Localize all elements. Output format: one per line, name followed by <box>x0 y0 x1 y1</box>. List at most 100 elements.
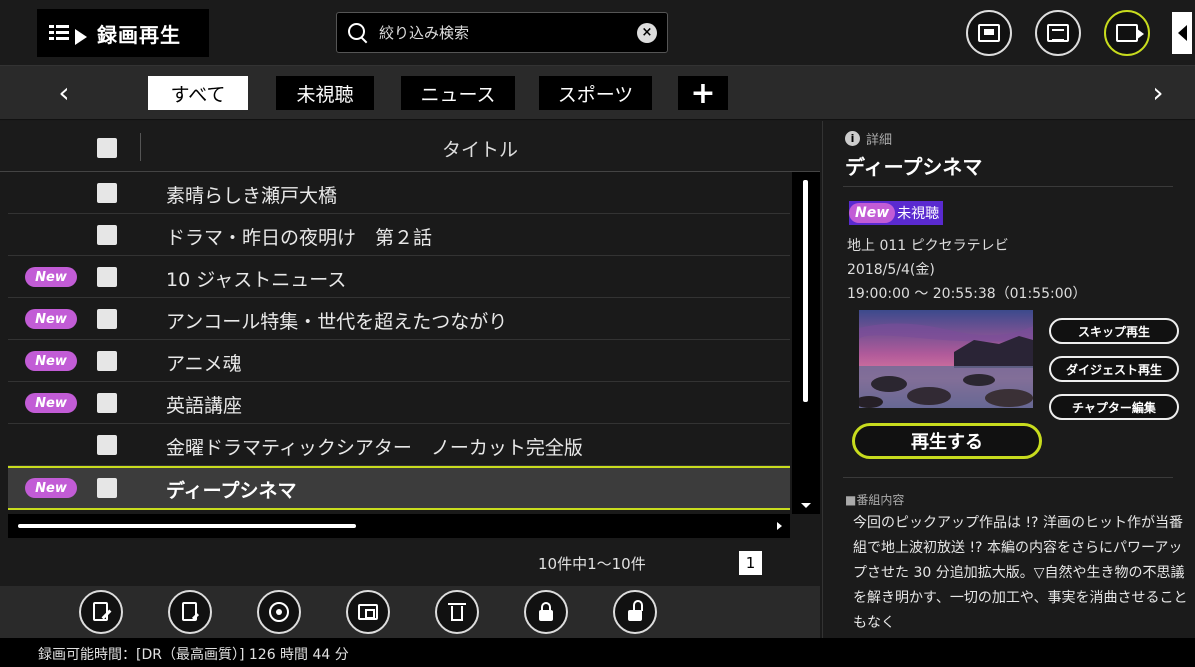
row-checkbox[interactable] <box>97 435 117 455</box>
row-title: 10 ジャストニュース <box>166 269 347 291</box>
delete-icon <box>446 601 468 623</box>
row-checkbox[interactable] <box>97 309 117 329</box>
recordable-time: 録画可能時間：[DR（最高画質）] 126 時間 44 分 <box>38 647 349 663</box>
detail-edit-button[interactable] <box>168 590 212 634</box>
scroll-thumb[interactable] <box>803 180 808 402</box>
scroll-thumb[interactable] <box>18 524 356 528</box>
live-tv-button[interactable] <box>966 10 1012 56</box>
play-icon <box>75 29 87 45</box>
dubbing-disc-icon <box>268 601 290 623</box>
tab-all[interactable]: すべて <box>148 76 248 110</box>
action-toolbar <box>0 586 820 638</box>
program-description: 今回のピックアップ作品は !? 洋画のヒット作が当番組で地上波初放送 !? 本編… <box>853 515 1188 631</box>
app-title-text: 録画再生 <box>97 22 181 47</box>
channel: 地上 011 ピクセラテレビ <box>847 238 1009 254</box>
detail-title: ディープシネマ <box>845 155 983 179</box>
watch-status-badge: New 未視聴 <box>849 201 944 225</box>
new-badge: New <box>25 393 77 413</box>
tab-bar: ‹ すべて 未視聴 ニュース スポーツ + › <box>0 66 1195 120</box>
new-badge: New <box>25 267 77 287</box>
column-title[interactable]: タイトル <box>140 135 820 162</box>
convert-button[interactable] <box>346 590 390 634</box>
clear-search-icon[interactable]: × <box>637 22 657 43</box>
play-button[interactable]: 再生する <box>852 423 1042 459</box>
list-row[interactable]: New アンコール特集・世代を超えたつながり <box>8 298 790 340</box>
thumbnail-image <box>859 310 1033 408</box>
list-header: タイトル <box>0 121 820 172</box>
unlock-button[interactable] <box>613 590 657 634</box>
status-bar: 録画可能時間：[DR（最高画質）] 126 時間 44 分 <box>0 638 1195 667</box>
recorded-play-button[interactable] <box>1104 10 1150 56</box>
collapse-panel-button[interactable] <box>1172 12 1192 54</box>
program-thumbnail <box>859 310 1033 408</box>
page-number[interactable]: 1 <box>739 551 762 575</box>
select-all-checkbox[interactable] <box>97 138 117 158</box>
tab-news[interactable]: ニュース <box>401 76 515 110</box>
row-title: アニメ魂 <box>166 353 242 375</box>
new-badge: New <box>25 309 77 329</box>
lock-button[interactable] <box>524 590 568 634</box>
row-checkbox[interactable] <box>97 393 117 413</box>
detail-panel: i 詳細 ディープシネマ New 未視聴 地上 011 ピクセラテレビ 2018… <box>822 121 1195 638</box>
row-checkbox[interactable] <box>97 478 117 498</box>
detail-label: i 詳細 <box>845 129 892 148</box>
row-title: ドラマ・昨日の夜明け 第２話 <box>166 227 433 249</box>
search-input[interactable] <box>379 23 637 42</box>
search-icon <box>347 22 369 44</box>
vertical-scrollbar[interactable] <box>792 172 820 514</box>
list-row-selected[interactable]: New ディープシネマ <box>8 466 790 510</box>
lock-icon <box>535 601 557 623</box>
add-tab-button[interactable]: + <box>678 76 728 111</box>
digest-play-button[interactable]: ダイジェスト再生 <box>1049 356 1179 382</box>
chapter-edit-button[interactable]: チャプター編集 <box>1049 394 1179 420</box>
chevron-left-icon <box>1177 25 1187 41</box>
row-title: 金曜ドラマティックシアター ノーカット完全版 <box>166 437 583 459</box>
tabs-prev-button[interactable]: ‹ <box>52 79 76 107</box>
horizontal-scrollbar[interactable] <box>8 514 790 538</box>
tabs-next-button[interactable]: › <box>1146 79 1170 107</box>
row-title: 英語講座 <box>166 395 243 417</box>
list-row[interactable]: ドラマ・昨日の夜明け 第２話 <box>8 214 790 256</box>
program-guide-icon <box>1047 24 1069 42</box>
app-title: 録画再生 <box>37 9 209 57</box>
skip-play-button[interactable]: スキップ再生 <box>1049 318 1179 344</box>
edit-title-icon <box>90 601 112 623</box>
row-title: 素晴らしき瀬戸大橋 <box>166 185 338 207</box>
row-checkbox[interactable] <box>97 183 117 203</box>
info-icon: i <box>845 131 860 146</box>
unlock-icon <box>624 600 646 623</box>
row-checkbox[interactable] <box>97 225 117 245</box>
row-title: アンコール特集・世代を超えたつながり <box>166 311 508 333</box>
row-title: ディープシネマ <box>166 480 297 502</box>
broadcast-date: 2018/5/4(金) <box>847 262 935 278</box>
live-tv-icon <box>978 24 1000 42</box>
pager: 10件中1〜10件 1 <box>0 540 820 586</box>
recorded-play-icon <box>1116 24 1144 42</box>
row-checkbox[interactable] <box>97 351 117 371</box>
tab-unwatched[interactable]: 未視聴 <box>276 76 374 110</box>
list-icon <box>49 23 71 43</box>
row-checkbox[interactable] <box>97 267 117 287</box>
new-badge: New <box>25 478 77 498</box>
delete-button[interactable] <box>435 590 479 634</box>
result-count: 10件中1〜10件 <box>538 555 646 573</box>
list-row[interactable]: New アニメ魂 <box>8 340 790 382</box>
scroll-down-icon[interactable] <box>801 503 811 508</box>
watch-status: 未視聴 <box>897 206 940 222</box>
edit-title-button[interactable] <box>79 590 123 634</box>
search-box[interactable]: × <box>336 12 668 53</box>
dubbing-button[interactable] <box>257 590 301 634</box>
program-guide-button[interactable] <box>1035 10 1081 56</box>
list-row[interactable]: New 英語講座 <box>8 382 790 424</box>
tab-sports[interactable]: スポーツ <box>539 76 652 110</box>
detail-edit-icon <box>179 601 201 623</box>
list-row[interactable]: 金曜ドラマティックシアター ノーカット完全版 <box>8 424 790 466</box>
header: 録画再生 × <box>0 0 1195 66</box>
list-row[interactable]: 素晴らしき瀬戸大橋 <box>8 172 790 214</box>
convert-icon <box>357 601 379 623</box>
program-content-label: ■番組内容 <box>845 493 905 507</box>
broadcast-time: 19:00:00 〜 20:55:38（01:55:00） <box>847 286 1087 302</box>
scroll-right-icon[interactable] <box>777 522 782 530</box>
list-row[interactable]: New 10 ジャストニュース <box>8 256 790 298</box>
recording-list: 素晴らしき瀬戸大橋 ドラマ・昨日の夜明け 第２話 New 10 ジャストニュース… <box>8 172 790 510</box>
